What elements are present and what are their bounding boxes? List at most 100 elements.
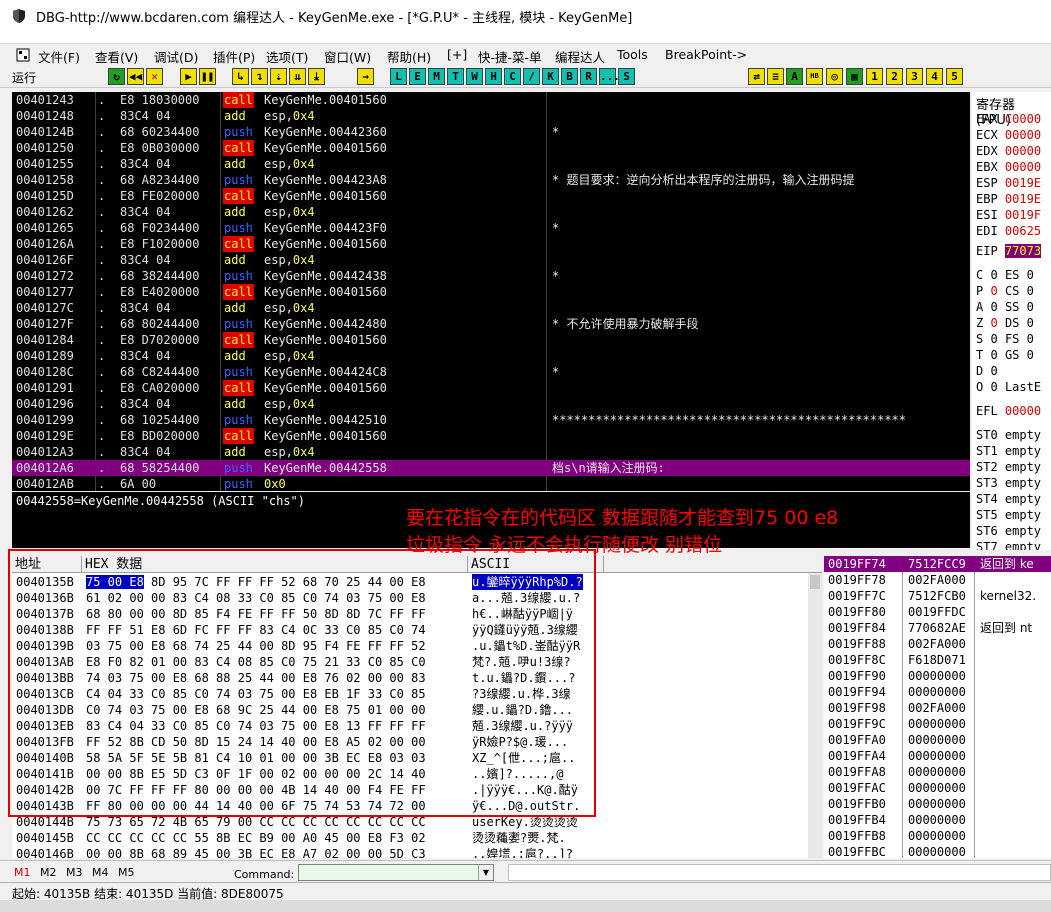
fpu-register[interactable]: ST3 empty bbox=[976, 476, 1041, 491]
dump-row[interactable]: 004013CB C4 04 33 C0 85 C0 74 03 75 00 E8… bbox=[12, 686, 822, 702]
disasm-row[interactable]: 0040125D. E8 FE020000 call KeyGenMe.0040156… bbox=[12, 188, 970, 204]
execute-till-return-icon[interactable]: ⤓ bbox=[308, 68, 325, 85]
dump-row[interactable]: 004013AB E8 F0 82 01 00 83 C4 08 85 C0 75… bbox=[12, 654, 822, 670]
flag-row[interactable]: S 0 FS 0 bbox=[976, 332, 1034, 347]
dump-header-addr[interactable]: 地址 bbox=[12, 556, 82, 573]
dump-header-hex[interactable]: HEX 数据 bbox=[82, 556, 468, 573]
disasm-row[interactable]: 0040128C. 68 C8244400 push KeyGenMe.004424C… bbox=[12, 364, 970, 380]
dump-row[interactable]: 0040143B FF 80 00 00 00 44 14 40 00 6F 75… bbox=[12, 798, 822, 814]
menu-plugins[interactable]: 插件(P) bbox=[213, 47, 255, 66]
register-row[interactable]: EDX 00000 bbox=[976, 144, 1041, 159]
register-row[interactable]: EAX C0000 bbox=[976, 112, 1041, 127]
menu-tools[interactable]: Tools bbox=[617, 47, 648, 62]
stack-row[interactable]: 0019FFA8 00000000 bbox=[824, 764, 1051, 780]
menu-breakpoint[interactable]: BreakPoint-> bbox=[665, 47, 747, 62]
toolbar-btn-b[interactable]: B bbox=[561, 68, 578, 85]
disasm-row[interactable]: 004012AB. 6A 00 push 0x0 bbox=[12, 476, 970, 491]
dump-row[interactable]: 0040144B 75 73 65 72 4B 65 79 00 CC CC CC… bbox=[12, 814, 822, 830]
menu-options[interactable]: 选项(T) bbox=[266, 47, 308, 66]
flag-row[interactable]: D 0 bbox=[976, 364, 998, 379]
stack-row[interactable]: 0019FFB0 00000000 bbox=[824, 796, 1051, 812]
register-row[interactable]: EDI 00625 bbox=[976, 224, 1041, 239]
toolbar-btn-r[interactable]: R bbox=[580, 68, 597, 85]
flag-row[interactable]: O 0 LastE bbox=[976, 380, 1041, 395]
disasm-row[interactable]: 00401299. 68 10254400 push KeyGenMe.0044251… bbox=[12, 412, 970, 428]
step-over-icon[interactable]: ↴ bbox=[251, 68, 268, 85]
dump-row[interactable]: 004013BB 74 03 75 00 E8 68 88 25 44 00 E8… bbox=[12, 670, 822, 686]
fpu-register[interactable]: ST1 empty bbox=[976, 444, 1041, 459]
stack-row[interactable]: 0019FF7C 7512FCB0 kernel32. bbox=[824, 588, 1051, 604]
stack-row[interactable]: 0019FF90 00000000 bbox=[824, 668, 1051, 684]
flag-row[interactable]: T 0 GS 0 bbox=[976, 348, 1034, 363]
disasm-row[interactable]: 00401262. 83C4 04 add esp,0x4 bbox=[12, 204, 970, 220]
trace-into-icon[interactable]: ⇣ bbox=[270, 68, 287, 85]
chevron-down-icon[interactable]: ▼ bbox=[478, 865, 493, 880]
dump-row[interactable]: 0040141B 00 00 8B E5 5D C3 0F 1F 00 02 00… bbox=[12, 766, 822, 782]
register-row[interactable]: ESI 0019F bbox=[976, 208, 1041, 223]
dump-row[interactable]: 0040146B 00 00 8B 68 89 45 00 3B EC E8 A7… bbox=[12, 846, 822, 858]
toolbar-btn-c[interactable]: C bbox=[504, 68, 521, 85]
disasm-row[interactable]: 0040124B. 68 60234400 push KeyGenMe.0044236… bbox=[12, 124, 970, 140]
goto-icon[interactable]: → bbox=[357, 68, 374, 85]
dump-row[interactable]: 004013DB C0 74 03 75 00 E8 68 9C 25 44 00… bbox=[12, 702, 822, 718]
stack-pane[interactable]: 0019FF74 7512FCC9 返回到 ke 0019FF78 002FA000 00… bbox=[824, 556, 1051, 858]
run-icon[interactable]: ▶ bbox=[180, 68, 197, 85]
disasm-row[interactable]: 004012A6. 68 58254400 push KeyGenMe.0044255… bbox=[12, 460, 970, 476]
hb-icon[interactable]: HB bbox=[806, 68, 823, 85]
disassembly-pane[interactable]: 00401243. E8 18030000 call KeyGenMe.0040156… bbox=[12, 92, 970, 491]
menu-file[interactable]: 文件(F) bbox=[38, 47, 80, 66]
toolbar-btn-slash[interactable]: / bbox=[523, 68, 540, 85]
stack-row[interactable]: 0019FF84 770682AE 返回到 nt bbox=[824, 620, 1051, 636]
dump-row[interactable]: 004013EB 83 C4 04 33 C0 85 C0 74 03 75 00… bbox=[12, 718, 822, 734]
menu-plus[interactable]: [+] bbox=[447, 47, 467, 62]
tab-m1[interactable]: M1 bbox=[14, 866, 31, 879]
stack-row[interactable]: 0019FFB4 00000000 bbox=[824, 812, 1051, 828]
toolbar-btn-1[interactable]: 1 bbox=[866, 68, 883, 85]
breakpoint-list-icon[interactable]: ◎ bbox=[826, 68, 843, 85]
flag-row[interactable]: P 0 CS 0 bbox=[976, 284, 1034, 299]
toolbar-btn-s[interactable]: S bbox=[618, 68, 635, 85]
toolbar-btn-l[interactable]: L bbox=[390, 68, 407, 85]
dump-row[interactable]: 0040140B 58 5A 5F 5E 5B 81 C4 10 01 00 00… bbox=[12, 750, 822, 766]
menu-bcdaren[interactable]: 编程达人 bbox=[555, 47, 605, 66]
assemble-icon[interactable]: A bbox=[786, 68, 803, 85]
tab-m4[interactable]: M4 bbox=[92, 866, 109, 879]
register-row-eip[interactable]: EIP 77073 bbox=[976, 244, 1042, 259]
stack-row[interactable]: 0019FF98 002FA000 bbox=[824, 700, 1051, 716]
swap-icon[interactable]: ⇄ bbox=[748, 68, 765, 85]
toolbar-btn-t[interactable]: T bbox=[447, 68, 464, 85]
memory-icon[interactable]: ▦ bbox=[846, 68, 863, 85]
restart-icon[interactable]: ↻ bbox=[108, 68, 125, 85]
stack-row[interactable]: 0019FFA4 00000000 bbox=[824, 748, 1051, 764]
toolbar-btn-dots[interactable]: ... bbox=[599, 68, 620, 85]
toolbar-btn-2[interactable]: 2 bbox=[886, 68, 903, 85]
dump-row[interactable]: 0040142B 00 7C FF FF FF 80 00 00 00 4B 14… bbox=[12, 782, 822, 798]
disasm-row[interactable]: 00401248. 83C4 04 add esp,0x4 bbox=[12, 108, 970, 124]
toolbar-btn-m[interactable]: M bbox=[428, 68, 445, 85]
fpu-register[interactable]: ST5 empty bbox=[976, 508, 1041, 523]
stack-row[interactable]: 0019FFA0 00000000 bbox=[824, 732, 1051, 748]
step-into-icon[interactable]: ↳ bbox=[232, 68, 249, 85]
toolbar-btn-4[interactable]: 4 bbox=[926, 68, 943, 85]
dump-row[interactable]: 0040138B FF FF 51 E8 6D FC FF FF 83 C4 0C… bbox=[12, 622, 822, 638]
toolbar-btn-h[interactable]: H bbox=[485, 68, 502, 85]
registers-pane[interactable]: 寄存器 (FPU) EAX C0000 ECX 00000 EDX 00000 EBX… bbox=[972, 92, 1051, 550]
register-row[interactable]: EBX 00000 bbox=[976, 160, 1041, 175]
stack-row[interactable]: 0019FF88 002FA000 bbox=[824, 636, 1051, 652]
disasm-row[interactable]: 00401277. E8 E4020000 call KeyGenMe.0040156… bbox=[12, 284, 970, 300]
stack-row[interactable]: 0019FFAC 00000000 bbox=[824, 780, 1051, 796]
register-row[interactable]: EBP 0019E bbox=[976, 192, 1041, 207]
menu-shortcuts[interactable]: 快-捷-菜-单 bbox=[478, 47, 542, 66]
toolbar-btn-5[interactable]: 5 bbox=[946, 68, 963, 85]
disasm-row[interactable]: 0040126F. 83C4 04 add esp,0x4 bbox=[12, 252, 970, 268]
stack-row[interactable]: 0019FF80 0019FFDC bbox=[824, 604, 1051, 620]
register-row[interactable]: ESP 0019E bbox=[976, 176, 1041, 191]
close-debug-icon[interactable]: ✕ bbox=[146, 68, 163, 85]
disasm-row[interactable]: 00401258. 68 A8234400 push KeyGenMe.004423A… bbox=[12, 172, 970, 188]
register-row[interactable]: ECX 00000 bbox=[976, 128, 1041, 143]
disasm-row[interactable]: 004012A3. 83C4 04 add esp,0x4 bbox=[12, 444, 970, 460]
dump-row[interactable]: 0040135B 75 00 E8 8D 95 7C FF FF FF 52 68… bbox=[12, 574, 822, 590]
stack-row[interactable]: 0019FF78 002FA000 bbox=[824, 572, 1051, 588]
disasm-row[interactable]: 0040127C. 83C4 04 add esp,0x4 bbox=[12, 300, 970, 316]
fpu-register[interactable]: ST4 empty bbox=[976, 492, 1041, 507]
